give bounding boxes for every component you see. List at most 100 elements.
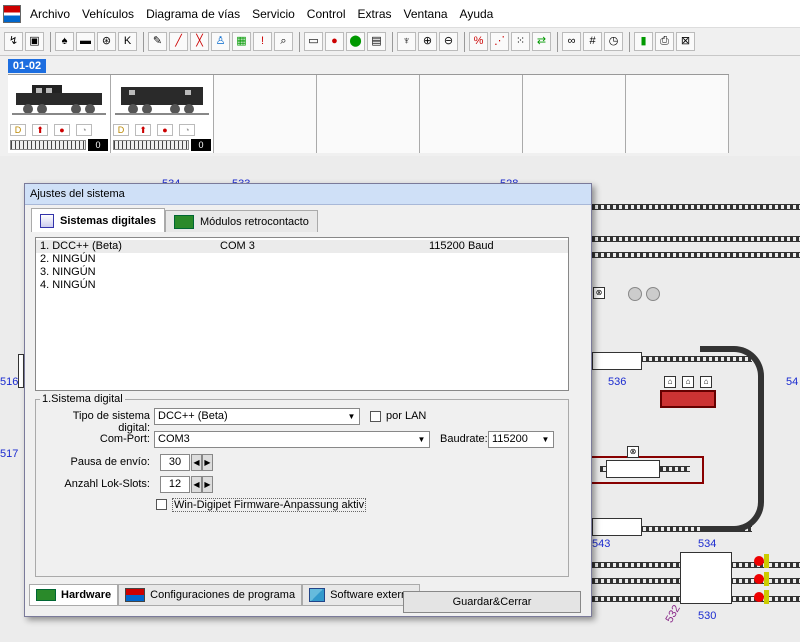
decrement-arrow-icon[interactable]: ◀ [191,454,202,471]
block-box[interactable] [592,352,642,370]
loco-tab[interactable]: 01-02 [8,59,46,73]
app-logo-icon[interactable] [3,4,21,23]
comport-select[interactable]: COM3 ▼ [154,431,430,448]
lan-checkbox[interactable] [370,411,381,422]
cross-icon[interactable]: ╳ [190,32,209,51]
dialog-title[interactable]: Ajustes del sistema [25,184,591,205]
route-icon[interactable]: ↯ [4,32,23,51]
save-close-button[interactable]: Guardar&Cerrar [403,591,581,613]
stop-icon[interactable]: ⬤ [346,32,365,51]
monitor-icon[interactable]: ▭ [304,32,323,51]
increment-arrow-icon[interactable]: ▶ [202,476,213,493]
loco-icon[interactable]: ♠ [55,32,74,51]
slots-input[interactable]: 12 [160,476,190,493]
light-icon[interactable]: ◔ [179,124,195,136]
tab-configuraciones[interactable]: Configuraciones de programa [118,584,303,606]
chevron-down-icon[interactable]: ▼ [414,432,429,447]
list-item[interactable]: 2. NINGÚN [36,253,568,266]
binoculars-icon[interactable]: ∞ [562,32,581,51]
tipo-select[interactable]: DCC++ (Beta) ▼ [154,408,360,425]
station-box[interactable] [590,456,704,484]
grid-icon[interactable]: ⁙ [511,32,530,51]
signal-post [764,590,769,604]
blocks-icon[interactable]: % [469,32,488,51]
toolbar: ↯ ▣ ♠ ▬ ⊛ K ✎ ╱ ╳ ♙ ▦ ! ⌕ ▭ ● ⬤ ▤ ♆ ⊕ ⊖ … [0,28,800,56]
loco-slot-2[interactable]: D ⬆ ● ◔ 0 [111,75,214,153]
pausa-input[interactable]: 30 [160,454,190,471]
direction-icon[interactable]: ⬆ [135,124,151,136]
switch-icon[interactable]: ⋰ [490,32,509,51]
menu-control[interactable]: Control [301,7,352,21]
kran-icon[interactable]: K [118,32,137,51]
close-window-icon[interactable]: ⊠ [676,32,695,51]
turnout-icon[interactable]: ⊗ [627,446,639,458]
list-item[interactable]: 4. NINGÚN [36,279,568,292]
stop-dot-icon[interactable]: ● [54,124,70,136]
menu-extras[interactable]: Extras [351,7,397,21]
signal-icon[interactable] [754,574,764,584]
list-item[interactable]: 3. NINGÚN [36,266,568,279]
tab-hardware[interactable]: Hardware [29,584,119,606]
block-box[interactable] [592,518,642,536]
numbers-icon[interactable]: # [583,32,602,51]
house-icon[interactable]: ⌂ [700,376,712,388]
people-icon[interactable]: ♙ [211,32,230,51]
clock-icon[interactable]: ◷ [604,32,623,51]
menu-vehiculos[interactable]: Vehículos [76,7,140,21]
menu-ayuda[interactable]: Ayuda [454,7,500,21]
baudrate-select[interactable]: 115200 ▼ [488,431,554,448]
turntable-icon[interactable]: ⊛ [97,32,116,51]
house-icon[interactable]: ⌂ [664,376,676,388]
station-building[interactable] [660,390,716,408]
increment-arrow-icon[interactable]: ▶ [202,454,213,471]
signal-icon[interactable] [646,287,660,301]
stop-dot-icon[interactable]: ● [157,124,173,136]
loco-slot-1[interactable]: D ⬆ ● ◔ 0 [8,75,111,153]
search-icon[interactable]: ⌕ [274,32,293,51]
loco-slot-empty[interactable] [214,75,317,153]
firmware-checkbox[interactable] [156,499,167,510]
menu-diagrama[interactable]: Diagrama de vías [140,7,246,21]
edit-icon[interactable]: ✎ [148,32,167,51]
track-label: 536 [608,376,627,388]
house-icon[interactable]: ⌂ [682,376,694,388]
chevron-down-icon[interactable]: ▼ [538,432,553,447]
tab-modulos-retrocontacto[interactable]: Módulos retrocontacto [165,210,318,232]
digital-system-list[interactable]: 1. DCC++ (Beta) COM 3 115200 Baud 2. NIN… [35,237,569,391]
function-icon[interactable]: D [113,124,129,136]
loco-slot-empty[interactable] [523,75,626,153]
speed-slider[interactable] [10,140,86,150]
arrows-icon[interactable]: ⇄ [532,32,551,51]
chip-icon[interactable]: ▦ [232,32,251,51]
menu-archivo[interactable]: Archivo [24,7,76,21]
menu-servicio[interactable]: Servicio [246,7,301,21]
loco-slot-empty[interactable] [626,75,729,153]
print-icon[interactable]: ⎙ [655,32,674,51]
speed-slider[interactable] [113,140,189,150]
menu-ventana[interactable]: Ventana [398,7,454,21]
db-icon[interactable]: ▤ [367,32,386,51]
signal-edit-icon[interactable]: ╱ [169,32,188,51]
signal-icon[interactable] [754,556,764,566]
train-icon[interactable]: ▬ [76,32,95,51]
antenna-icon[interactable]: ♆ [397,32,416,51]
chevron-down-icon[interactable]: ▼ [344,409,359,424]
turnout-icon[interactable]: ⊗ [593,287,605,299]
traffic-light-icon[interactable]: ● [325,32,344,51]
signal-icon[interactable] [754,592,764,602]
list-item[interactable]: 1. DCC++ (Beta) COM 3 115200 Baud [36,240,568,253]
signal-icon[interactable] [628,287,642,301]
tab-sistemas-digitales[interactable]: Sistemas digitales [31,208,165,232]
function-icon[interactable]: D [10,124,26,136]
direction-icon[interactable]: ⬆ [32,124,48,136]
warning-icon[interactable]: ! [253,32,272,51]
block-box[interactable] [680,552,732,604]
battery-icon[interactable]: ▮ [634,32,653,51]
loco-slot-empty[interactable] [317,75,420,153]
zoom-in-icon[interactable]: ⊕ [418,32,437,51]
light-icon[interactable]: ◔ [76,124,92,136]
save-icon[interactable]: ▣ [25,32,44,51]
loco-slot-empty[interactable] [420,75,523,153]
decrement-arrow-icon[interactable]: ◀ [191,476,202,493]
zoom-out-icon[interactable]: ⊖ [439,32,458,51]
